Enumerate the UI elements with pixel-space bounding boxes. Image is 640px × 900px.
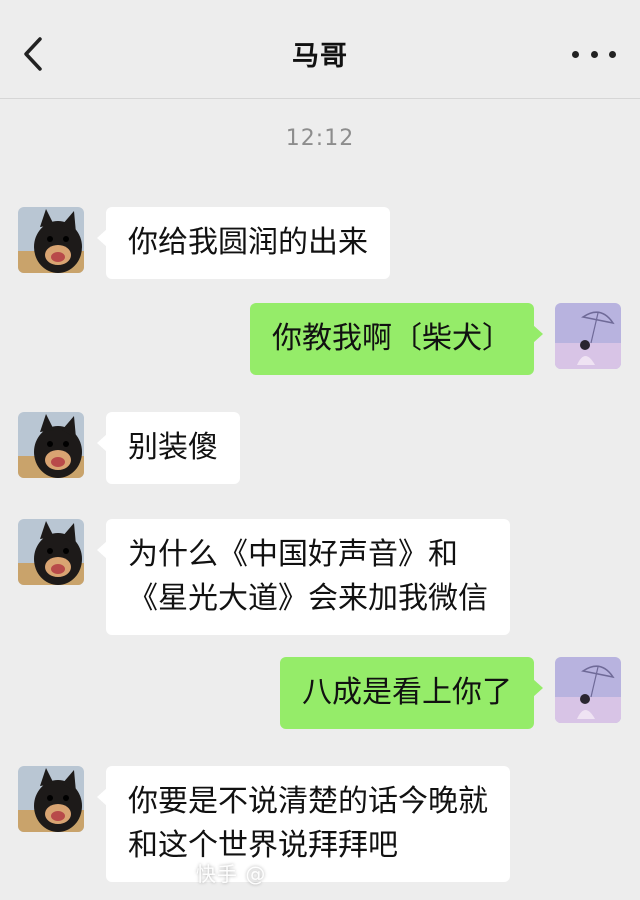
bubble-tail xyxy=(533,679,543,697)
dog-avatar-icon xyxy=(18,519,84,585)
message-bubble-outgoing[interactable]: 你教我啊〔柴犬〕 xyxy=(250,303,543,375)
contact-avatar[interactable] xyxy=(18,412,84,478)
message-text-line: 你要是不说清楚的话今晚就 xyxy=(128,784,488,819)
message-bubble-outgoing[interactable]: 八成是看上你了 xyxy=(280,657,543,729)
dog-avatar-icon xyxy=(18,207,84,273)
bubble-tail xyxy=(97,434,107,452)
contact-avatar[interactable] xyxy=(18,207,84,273)
more-dot-icon xyxy=(609,50,616,58)
more-dot-icon xyxy=(572,50,579,58)
message-text-line: 和这个世界说拜拜吧 xyxy=(128,828,398,863)
my-avatar[interactable] xyxy=(555,657,621,723)
more-button[interactable] xyxy=(572,40,616,68)
girl-umbrella-avatar-icon xyxy=(555,657,621,723)
bubble-tail xyxy=(97,788,107,806)
message-bubble-incoming[interactable]: 别装傻 xyxy=(97,412,240,484)
contact-avatar[interactable] xyxy=(18,766,84,832)
message-text: 你给我圆润的出来 xyxy=(128,225,368,260)
contact-avatar[interactable] xyxy=(18,519,84,585)
dog-avatar-icon xyxy=(18,412,84,478)
message-timestamp: 12:12 xyxy=(285,126,355,151)
more-dot-icon xyxy=(590,50,598,58)
message-text: 你教我啊〔柴犬〕 xyxy=(272,321,512,356)
message-bubble-incoming[interactable]: 你给我圆润的出来 xyxy=(97,207,390,279)
chat-title: 马哥 xyxy=(292,41,348,72)
chat-header: 马哥 xyxy=(0,0,640,99)
message-text-line: 为什么《中国好声音》和 xyxy=(128,537,458,572)
bubble-tail xyxy=(97,541,107,559)
message-text: 八成是看上你了 xyxy=(302,675,512,710)
bubble-tail xyxy=(97,229,107,247)
bubble-tail xyxy=(533,325,543,343)
dog-avatar-icon xyxy=(18,766,84,832)
girl-umbrella-avatar-icon xyxy=(555,303,621,369)
message-bubble-incoming[interactable]: 你要是不说清楚的话今晚就 和这个世界说拜拜吧 xyxy=(97,766,510,882)
my-avatar[interactable] xyxy=(555,303,621,369)
message-text: 别装傻 xyxy=(128,430,218,465)
message-bubble-incoming[interactable]: 为什么《中国好声音》和 《星光大道》会来加我微信 xyxy=(97,519,510,635)
platform-watermark: 快手 @ xyxy=(196,862,267,886)
message-text-line: 《星光大道》会来加我微信 xyxy=(128,581,488,616)
